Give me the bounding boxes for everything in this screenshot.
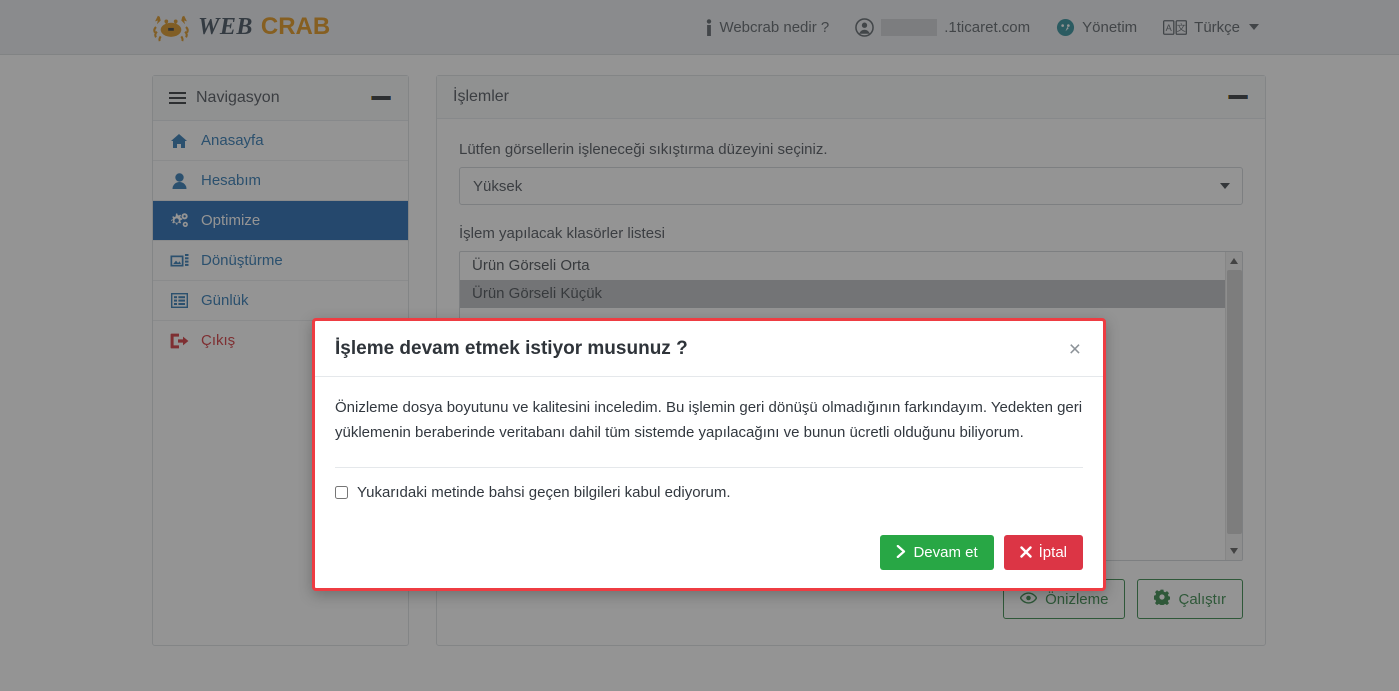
close-icon[interactable]: ×	[1067, 339, 1083, 360]
agree-checkbox-label: Yukarıdaki metinde bahsi geçen bilgileri…	[357, 484, 731, 501]
chevron-right-icon	[896, 544, 906, 560]
x-icon	[1019, 545, 1032, 560]
cancel-button[interactable]: İptal	[1003, 535, 1083, 570]
dialog-footer: Devam et İptal	[315, 523, 1103, 588]
cancel-button-label: İptal	[1038, 544, 1067, 561]
agree-checkbox[interactable]	[335, 486, 348, 499]
dialog-title: İşleme devam etmek istiyor musunuz ?	[335, 338, 688, 359]
confirm-button-label: Devam et	[913, 544, 978, 561]
dialog-header: İşleme devam etmek istiyor musunuz ? ×	[315, 321, 1103, 377]
agree-checkbox-row[interactable]: Yukarıdaki metinde bahsi geçen bilgileri…	[335, 484, 1083, 523]
confirm-dialog: İşleme devam etmek istiyor musunuz ? × Ö…	[312, 318, 1106, 591]
confirm-button[interactable]: Devam et	[880, 535, 994, 570]
divider	[335, 467, 1083, 468]
dialog-body: Önizleme dosya boyutunu ve kalitesini in…	[315, 377, 1103, 523]
dialog-paragraph: Önizleme dosya boyutunu ve kalitesini in…	[335, 399, 1083, 441]
